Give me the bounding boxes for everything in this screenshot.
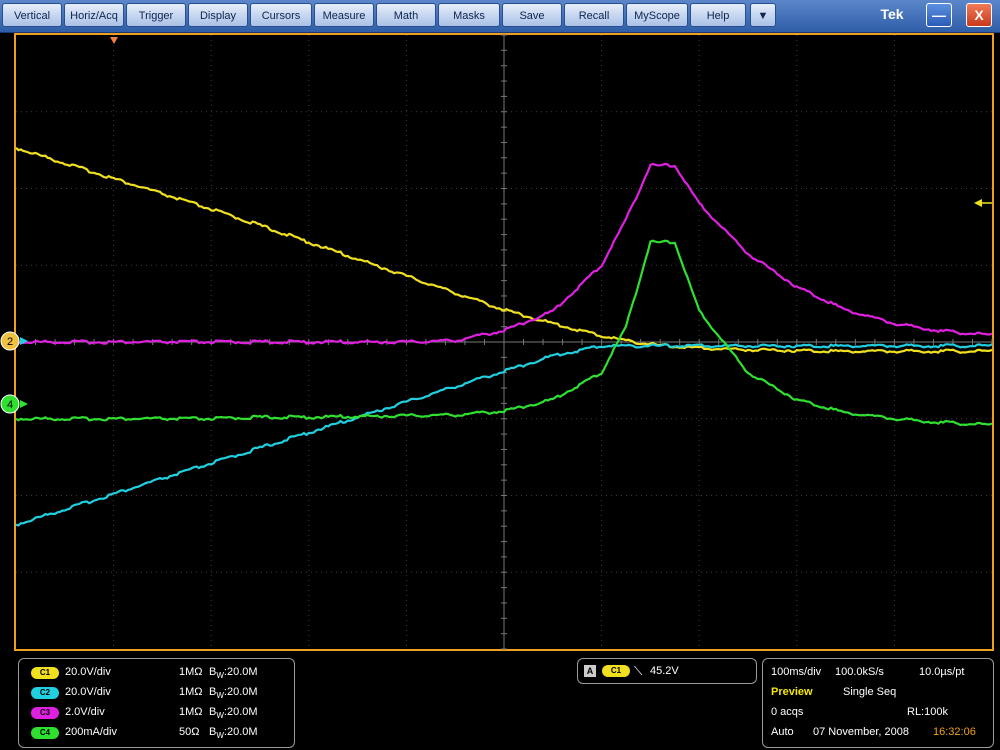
c1-impedance: 1MΩ	[179, 666, 203, 678]
acquisition-mode: Single Seq	[843, 686, 897, 698]
channel-readout-panel: C1 20.0V/div 1MΩ BW:20.0M C2 20.0V/div 1…	[18, 658, 295, 748]
c4-scale: 200mA/div	[65, 726, 117, 738]
c3-badge[interactable]: C3	[31, 707, 59, 719]
trigger-readout-panel[interactable]: A C1 ⟍ 45.2V	[577, 658, 757, 684]
trigger-slope-icon: ⟍	[634, 664, 643, 678]
trigger-level-arrow[interactable]	[974, 199, 982, 207]
record-length: RL:100k	[907, 706, 948, 718]
ch2-marker-label: 2	[7, 336, 13, 348]
time-per-point: 10.0µs/pt	[919, 666, 965, 678]
c2-scale: 20.0V/div	[65, 686, 111, 698]
trigger-mode: Auto	[771, 726, 794, 738]
ch4-marker-arrow	[20, 400, 28, 408]
trigger-a-badge: A	[584, 665, 596, 677]
c3-impedance: 1MΩ	[179, 706, 203, 718]
c2-bandwidth: BW:20.0M	[209, 686, 258, 700]
c1-badge[interactable]: C1	[31, 667, 59, 679]
sample-rate: 100.0kS/s	[835, 666, 884, 678]
acquisition-time: 16:32:06	[933, 726, 976, 738]
c3-bandwidth: BW:20.0M	[209, 706, 258, 720]
c3-scale: 2.0V/div	[65, 706, 105, 718]
c2-badge[interactable]: C2	[31, 687, 59, 699]
trigger-position-marker[interactable]	[110, 37, 118, 44]
acquisition-date: 07 November, 2008	[813, 726, 910, 738]
c4-badge[interactable]: C4	[31, 727, 59, 739]
horizontal-readout-panel[interactable]: 100ms/div 100.0kS/s 10.0µs/pt Preview Si…	[762, 658, 994, 748]
time-per-div: 100ms/div	[771, 666, 822, 678]
preview-status: Preview	[771, 686, 813, 698]
c4-bandwidth: BW:20.0M	[209, 726, 258, 740]
ch4-marker-label: 4	[7, 399, 13, 411]
acquisition-count: 0 acqs	[771, 706, 804, 718]
c1-bandwidth: BW:20.0M	[209, 666, 258, 680]
c1-scale: 20.0V/div	[65, 666, 111, 678]
c2-impedance: 1MΩ	[179, 686, 203, 698]
trigger-level: 45.2V	[650, 665, 679, 677]
c4-impedance: 50Ω	[179, 726, 200, 738]
waveform-svg: 2 4	[0, 34, 993, 650]
trigger-source-badge: C1	[602, 665, 630, 677]
